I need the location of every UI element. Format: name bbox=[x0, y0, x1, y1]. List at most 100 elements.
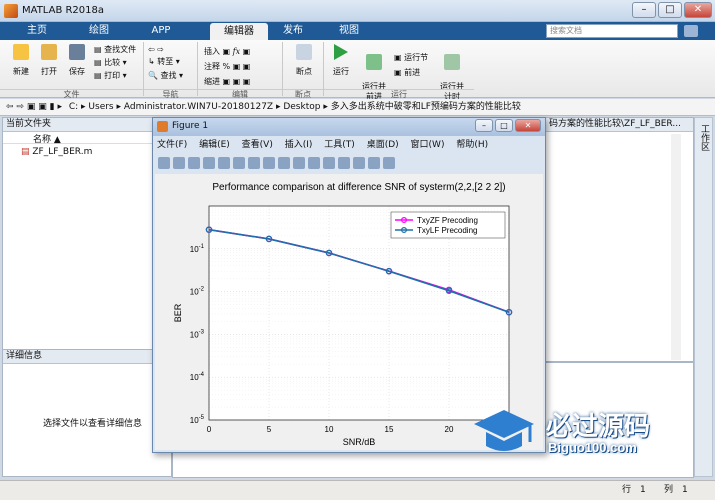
breadcrumb-users[interactable]: Users bbox=[88, 102, 113, 112]
col-name-label: 名称 bbox=[33, 135, 52, 145]
breadcrumb-folder[interactable]: 多入多出系统中破零和LF预编码方案的性能比较 bbox=[331, 102, 521, 112]
indent-button[interactable]: 缩进 ▣ ▣ ▣ bbox=[204, 74, 250, 89]
indent-label: 缩进 bbox=[204, 77, 220, 86]
y-tick-label: 10-5 bbox=[190, 415, 205, 425]
y-tick-exponent: -5 bbox=[199, 415, 205, 421]
insert-button[interactable]: 插入 ▣ fx ▣ bbox=[204, 44, 250, 59]
menu-file[interactable]: 文件(F) bbox=[157, 140, 187, 150]
file-item[interactable]: ▤ ZF_LF_BER.m bbox=[3, 147, 171, 157]
line-value: 1 bbox=[640, 485, 646, 495]
breadcrumb-drive[interactable]: C: bbox=[69, 102, 78, 112]
x-axis-label: SNR/dB bbox=[343, 437, 376, 447]
print-button[interactable]: ▤ 打印 ▾ bbox=[94, 69, 136, 82]
rotate-icon[interactable] bbox=[278, 157, 290, 169]
brand-watermark: 必过源码 Biguo100.com bbox=[468, 402, 668, 462]
browse-folder-icon[interactable]: ▣ bbox=[38, 102, 47, 112]
file-small-group: ▤ 查找文件 ▤ 比较 ▾ ▤ 打印 ▾ bbox=[94, 43, 136, 82]
compare-button[interactable]: ▤ 比较 ▾ bbox=[94, 56, 136, 69]
find-button[interactable]: 🔍 查找 ▾ bbox=[148, 69, 183, 83]
save-label: 保存 bbox=[69, 67, 85, 76]
close-button[interactable]: ✕ bbox=[684, 2, 712, 18]
colorbar-icon[interactable] bbox=[338, 157, 350, 169]
pan-icon[interactable] bbox=[263, 157, 275, 169]
nav-arrows-icon[interactable]: ⇦ ⇨ bbox=[148, 43, 183, 55]
graduation-cap-logo bbox=[474, 410, 534, 451]
y-tick-label: 10-2 bbox=[190, 287, 205, 297]
legend-icon[interactable] bbox=[353, 157, 365, 169]
section-edit: 编辑 bbox=[198, 89, 282, 99]
forward-icon[interactable]: ⇨ bbox=[16, 102, 24, 112]
figure-menu-bar: 文件(F) 编辑(E) 查看(V) 插入(I) 工具(T) 桌面(D) 窗口(W… bbox=[157, 138, 497, 152]
column-header-name[interactable]: 名称 ▲ bbox=[3, 132, 171, 145]
up-folder-icon[interactable]: ▣ bbox=[27, 102, 36, 112]
y-tick-label: 10-4 bbox=[190, 372, 205, 382]
dock-icon[interactable] bbox=[383, 157, 395, 169]
run-button[interactable]: 运行 bbox=[328, 44, 354, 77]
legend-label: TxyLF Precoding bbox=[417, 226, 477, 235]
open-label: 打开 bbox=[41, 67, 57, 76]
figure-icon bbox=[157, 121, 168, 132]
menu-view[interactable]: 查看(V) bbox=[242, 140, 273, 150]
tab-home[interactable]: 主页 bbox=[8, 22, 66, 40]
figure-maximize-button[interactable]: □ bbox=[495, 119, 513, 132]
menu-window[interactable]: 窗口(W) bbox=[411, 140, 445, 150]
find-label: 查找 bbox=[160, 71, 177, 80]
breakpoints-button[interactable]: 断点 bbox=[290, 44, 318, 77]
save-button[interactable]: 保存 bbox=[64, 44, 90, 77]
data-cursor-icon[interactable] bbox=[293, 157, 305, 169]
tab-view[interactable]: 视图 bbox=[320, 22, 378, 40]
separator bbox=[323, 42, 324, 96]
save-icon bbox=[69, 44, 85, 60]
edit-group: 插入 ▣ fx ▣ 注释 % ▣ ▣ 缩进 ▣ ▣ ▣ bbox=[204, 44, 250, 89]
zoom-in-icon[interactable] bbox=[233, 157, 245, 169]
new-button[interactable]: 新建 bbox=[8, 44, 34, 77]
search-icon[interactable] bbox=[684, 25, 698, 37]
run-time-icon bbox=[444, 54, 460, 70]
open-button[interactable]: 打开 bbox=[36, 44, 62, 77]
brush-icon[interactable] bbox=[308, 157, 320, 169]
breadcrumb-desktop[interactable]: Desktop bbox=[283, 102, 320, 112]
menu-insert[interactable]: 插入(I) bbox=[285, 140, 313, 150]
workspace-sidebar[interactable]: 工作区 bbox=[694, 117, 713, 477]
pointer-icon[interactable] bbox=[218, 157, 230, 169]
minimize-button[interactable]: – bbox=[632, 2, 656, 18]
search-docs-input[interactable]: 搜索文档 bbox=[546, 24, 678, 38]
run-section-button[interactable]: ▣ 运行节 bbox=[394, 50, 428, 65]
menu-edit[interactable]: 编辑(E) bbox=[199, 140, 230, 150]
tab-plots[interactable]: 绘图 bbox=[70, 22, 128, 40]
find-files-button[interactable]: ▤ 查找文件 bbox=[94, 43, 136, 56]
menu-desktop[interactable]: 桌面(D) bbox=[367, 140, 399, 150]
zoom-out-icon[interactable] bbox=[248, 157, 260, 169]
x-tick-label: 10 bbox=[325, 425, 334, 434]
matlab-logo-icon bbox=[4, 4, 18, 18]
menu-help[interactable]: 帮助(H) bbox=[456, 140, 488, 150]
hide-tools-icon[interactable] bbox=[368, 157, 380, 169]
link-icon[interactable] bbox=[323, 157, 335, 169]
y-tick-exponent: -4 bbox=[199, 372, 205, 378]
back-icon[interactable]: ⇦ bbox=[6, 102, 14, 112]
figure-minimize-button[interactable]: – bbox=[475, 119, 493, 132]
menu-tools[interactable]: 工具(T) bbox=[324, 140, 355, 150]
breakpoints-label: 断点 bbox=[296, 67, 312, 76]
title-bar: MATLAB R2018a – □ ✕ bbox=[0, 0, 715, 22]
advance-button[interactable]: ▣ 前进 bbox=[394, 65, 428, 80]
maximize-button[interactable]: □ bbox=[658, 2, 682, 18]
advance-label: 前进 bbox=[404, 68, 421, 77]
new-label: 新建 bbox=[13, 67, 29, 76]
tab-editor[interactable]: 编辑器 bbox=[210, 23, 268, 40]
new-figure-icon[interactable] bbox=[158, 157, 170, 169]
editor-scrollbar[interactable] bbox=[671, 134, 681, 360]
file-name: ZF_LF_BER.m bbox=[32, 147, 93, 157]
fx-icon[interactable]: fx bbox=[233, 47, 240, 56]
breakpoint-icon bbox=[296, 44, 312, 60]
tab-publish[interactable]: 发布 bbox=[264, 22, 322, 40]
breadcrumb-admin[interactable]: Administrator.WIN7U-20180127Z bbox=[124, 102, 273, 112]
comment-button[interactable]: 注释 % ▣ ▣ bbox=[204, 59, 250, 74]
open-icon[interactable] bbox=[173, 157, 185, 169]
tab-apps[interactable]: APP bbox=[132, 22, 190, 40]
figure-close-button[interactable]: ✕ bbox=[515, 119, 541, 132]
print-icon[interactable] bbox=[203, 157, 215, 169]
save-icon[interactable] bbox=[188, 157, 200, 169]
goto-button[interactable]: ↳ 转至 ▾ bbox=[148, 55, 183, 69]
app-title: MATLAB R2018a bbox=[22, 5, 105, 16]
